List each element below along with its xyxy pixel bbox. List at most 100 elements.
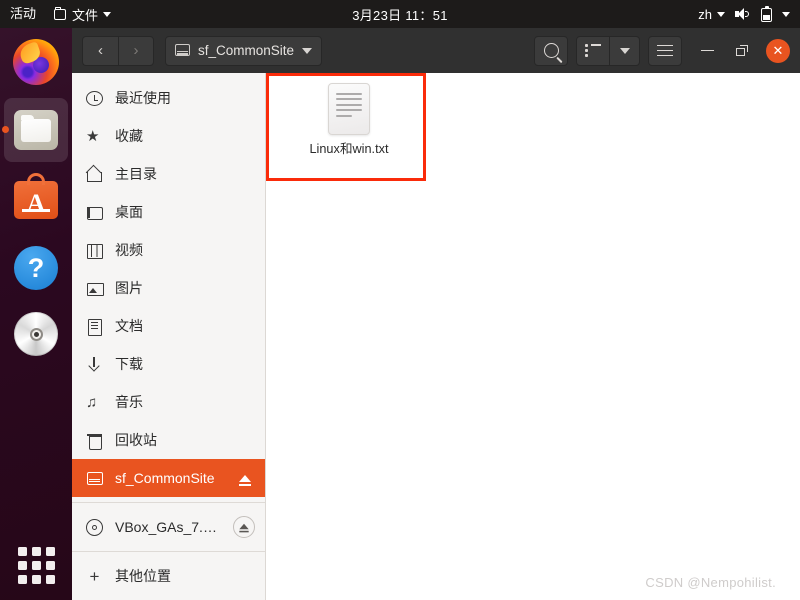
sidebar-item-label: sf_CommonSite [115,470,215,486]
maximize-button[interactable] [731,40,753,62]
music-icon: ♫ [86,393,98,411]
file-grid-view[interactable]: Linux和win.txt CSDN @Nempohilist. [266,73,800,600]
sidebar-item-documents[interactable]: 文档 [72,307,265,345]
sidebar-item-other-locations[interactable]: + 其他位置 [72,557,265,595]
eject-icon[interactable] [239,474,251,486]
chevron-down-icon [302,47,313,54]
eject-icon [239,523,249,532]
language-indicator[interactable]: zh [698,7,725,22]
file-manager-window: ‹ › sf_CommonSite ✕ 最近使用 ★ 收藏 主目录 桌面 视频 … [72,28,800,600]
close-button[interactable]: ✕ [766,38,790,63]
disc-icon [86,518,103,536]
dock-item-firefox[interactable] [8,34,64,90]
drive-icon [86,470,103,487]
sidebar-item-label: 图片 [115,280,143,296]
sidebar-item-trash[interactable]: 回收站 [72,421,265,459]
main-menu-button[interactable] [648,35,682,66]
sidebar-item-recent[interactable]: 最近使用 [72,79,265,117]
sidebar-item-label: 桌面 [115,204,143,220]
image-icon [86,280,104,297]
sidebar-item-label: 回收站 [115,432,157,448]
dock-item-files[interactable] [8,102,64,158]
sidebar-item-label: 视频 [115,242,143,258]
sidebar-item-label: 主目录 [115,166,157,182]
sidebar-item-videos[interactable]: 视频 [72,231,265,269]
search-icon [543,43,559,58]
sidebar-item-pictures[interactable]: 图片 [72,269,265,307]
folder-icon [54,7,67,21]
sidebar-separator [72,502,265,503]
ubuntu-dock: A ? [0,28,72,600]
minimize-button[interactable] [696,40,718,62]
files-icon [14,110,58,150]
star-icon: ★ [86,127,100,145]
file-item[interactable]: Linux和win.txt [286,83,412,157]
dock-item-help[interactable]: ? [8,240,64,296]
sidebar-item-desktop[interactable]: 桌面 [72,193,265,231]
chevron-down-icon [717,11,725,17]
clock-icon [86,90,103,106]
sidebar-item-downloads[interactable]: 下载 [72,345,265,383]
show-applications-button[interactable] [18,547,55,584]
dock-item-cd-drive[interactable] [8,306,64,362]
sidebar-item-label: 下载 [115,356,143,372]
hamburger-menu-icon [657,44,673,57]
drive-icon [175,44,190,57]
view-mode-group [576,35,640,66]
trash-icon [86,432,103,450]
activities-button[interactable]: 活动 [0,0,46,28]
chevron-down-icon[interactable] [782,11,790,17]
screen: 活动 文件 3月23日 11：51 zh A ? ‹ › sf_CommonSi… [0,0,800,600]
app-menu-button[interactable]: 文件 [46,5,119,24]
window-body: 最近使用 ★ 收藏 主目录 桌面 视频 图片 文档 下载 ♫ 音乐 回收站 sf… [72,73,800,600]
navigation-buttons: ‹ › [82,35,154,66]
help-icon: ? [14,246,58,290]
home-icon [86,166,103,183]
language-label: zh [698,6,712,22]
minimize-icon [700,49,714,52]
file-name-label: Linux和win.txt [309,142,389,156]
dock-item-ubuntu-software[interactable]: A [8,172,64,228]
back-button[interactable]: ‹ [82,35,118,66]
volume-icon[interactable] [735,7,751,21]
plus-icon: + [89,566,100,586]
sidebar-item-label: VBox_GAs_7.0.6 [115,519,221,535]
sidebar-item-starred[interactable]: ★ 收藏 [72,117,265,155]
window-controls: ✕ [696,38,794,63]
app-menu-label: 文件 [72,7,99,23]
video-icon [86,242,103,259]
forward-button[interactable]: › [118,35,154,66]
clock[interactable]: 3月23日 11：51 [352,5,448,24]
top-bar-left: 活动 文件 [0,0,119,28]
watermark: CSDN @Nempohilist. [645,575,776,590]
breadcrumb-path-button[interactable]: sf_CommonSite [165,35,323,66]
maximize-icon [736,45,748,56]
sidebar-item-music[interactable]: ♫ 音乐 [72,383,265,421]
status-area[interactable]: zh [698,0,800,28]
places-sidebar: 最近使用 ★ 收藏 主目录 桌面 视频 图片 文档 下载 ♫ 音乐 回收站 sf… [72,73,266,600]
top-bar-center: 3月23日 11：51 [0,0,800,28]
view-options-button[interactable] [610,35,640,66]
document-icon [86,318,103,336]
search-button[interactable] [534,35,568,66]
desktop-icon [86,204,103,221]
sidebar-item-vbox-gas[interactable]: VBox_GAs_7.0.6 [72,508,265,546]
sidebar-item-label: 音乐 [115,394,143,410]
disc-icon [14,312,58,356]
firefox-icon [13,39,59,85]
eject-button[interactable] [233,516,255,538]
chevron-down-icon [103,11,112,17]
header-bar-actions: ✕ [526,35,794,66]
sidebar-item-sf-commonsite[interactable]: sf_CommonSite [72,459,265,497]
chevron-down-icon [619,47,630,54]
breadcrumb-label: sf_CommonSite [198,43,295,58]
sidebar-separator [72,551,265,552]
sidebar-item-label: 最近使用 [115,90,171,106]
sidebar-item-label: 收藏 [115,128,143,144]
sidebar-item-home[interactable]: 主目录 [72,155,265,193]
download-icon [86,356,103,373]
list-view-button[interactable] [576,35,610,66]
ubuntu-software-icon: A [14,173,58,219]
battery-icon[interactable] [761,6,772,22]
gnome-top-bar: 活动 文件 3月23日 11：51 zh [0,0,800,28]
